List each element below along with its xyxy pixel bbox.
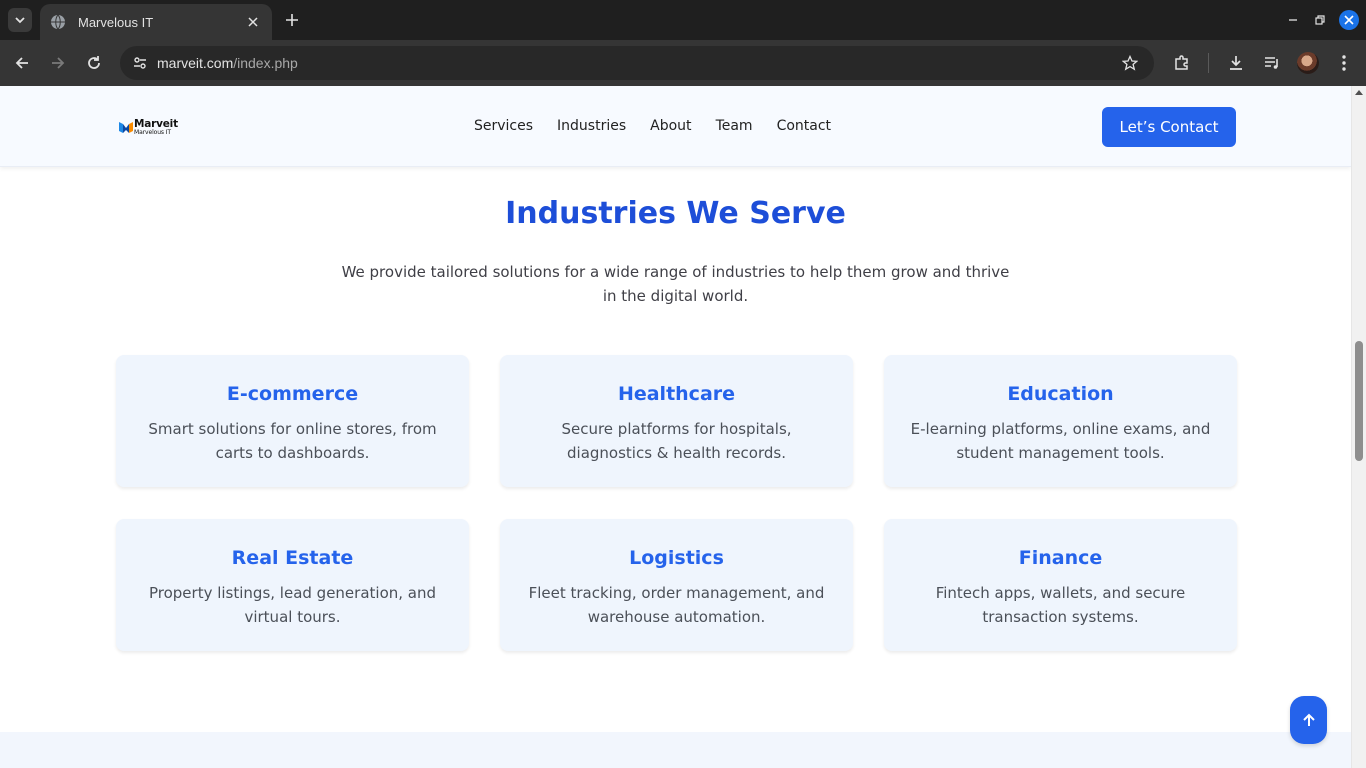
minimize-icon xyxy=(1289,19,1297,21)
nav-link-services[interactable]: Services xyxy=(474,118,533,134)
extensions-button[interactable] xyxy=(1170,51,1194,75)
lets-contact-button[interactable]: Let’s Contact xyxy=(1102,107,1236,147)
restore-icon xyxy=(1315,15,1325,25)
media-controls-button[interactable] xyxy=(1260,51,1284,75)
industry-card-logistics: Logistics Fleet tracking, order manageme… xyxy=(500,519,853,651)
industry-card-desc: Fintech apps, wallets, and secure transa… xyxy=(935,584,1186,626)
reload-button[interactable] xyxy=(82,51,106,75)
media-icon xyxy=(1265,57,1278,69)
browser-menu-button[interactable] xyxy=(1332,51,1356,75)
url-path: /index.php xyxy=(233,55,298,71)
menu-icon xyxy=(1342,55,1346,71)
industry-card-title: E-commerce xyxy=(226,383,359,405)
site-header: Marveit Marvelous IT Services Industries… xyxy=(0,86,1351,167)
site-logo[interactable]: Marveit Marvelous IT xyxy=(119,119,178,136)
browser-tab[interactable]: Marvelous IT xyxy=(40,4,272,40)
new-tab-button[interactable] xyxy=(282,10,302,30)
nav-link-contact[interactable]: Contact xyxy=(777,118,831,134)
reload-icon xyxy=(88,56,100,69)
industry-card-desc: Property listings, lead generation, and … xyxy=(148,584,437,626)
arrow-up-icon xyxy=(1302,713,1315,726)
industry-card-title: Finance xyxy=(1018,547,1103,569)
site-info-button[interactable] xyxy=(128,51,152,75)
industry-card-finance: Finance Fintech apps, wallets, and secur… xyxy=(884,519,1237,651)
section-title: Industries We Serve xyxy=(505,196,846,231)
back-button[interactable] xyxy=(10,51,34,75)
nav-link-team[interactable]: Team xyxy=(716,118,753,134)
chevron-down-icon xyxy=(15,17,25,24)
logo-mark-icon xyxy=(119,122,133,134)
page-scrollbar[interactable] xyxy=(1351,86,1366,768)
industry-card-title: Real Estate xyxy=(231,547,354,569)
site-settings-icon xyxy=(134,57,146,69)
nav-link-industries[interactable]: Industries xyxy=(557,118,626,134)
industry-card-desc: Secure platforms for hospitals, diagnost… xyxy=(561,420,792,462)
industry-card-desc: Smart solutions for online stores, from … xyxy=(148,420,437,462)
tab-search-button[interactable] xyxy=(8,8,32,32)
browser-toolbar: marveit.com/index.php xyxy=(0,40,1366,86)
minimize-button[interactable] xyxy=(1283,10,1303,30)
url-text[interactable]: marveit.com/index.php xyxy=(157,55,298,71)
industry-card-desc: Fleet tracking, order management, and wa… xyxy=(528,584,825,626)
back-icon xyxy=(15,57,28,69)
next-section xyxy=(0,732,1351,768)
back-to-top-button[interactable] xyxy=(1290,696,1327,744)
industry-card-education: Education E-learning platforms, online e… xyxy=(884,355,1237,487)
industry-card-desc: E-learning platforms, online exams, and … xyxy=(910,420,1211,462)
extensions-icon xyxy=(1175,55,1188,70)
logo-name: Marveit xyxy=(134,118,178,130)
close-icon xyxy=(248,17,258,27)
downloads-button[interactable] xyxy=(1224,51,1248,75)
page-viewport: Marveit Marvelous IT Services Industries… xyxy=(0,86,1351,768)
address-bar[interactable]: marveit.com/index.php xyxy=(120,46,1154,80)
scrollbar-thumb[interactable] xyxy=(1355,341,1363,461)
logo-subtitle: Marvelous IT xyxy=(134,128,171,136)
star-icon xyxy=(1122,55,1138,71)
nav-link-about[interactable]: About xyxy=(650,118,691,134)
tab-close-button[interactable] xyxy=(244,13,262,31)
close-window-button[interactable] xyxy=(1339,10,1359,30)
url-domain: marveit.com xyxy=(157,55,234,71)
bookmark-button[interactable] xyxy=(1118,51,1142,75)
industry-card-healthcare: Healthcare Secure platforms for hospital… xyxy=(500,355,853,487)
main-nav: Services Industries About Team Contact xyxy=(474,118,855,134)
globe-icon xyxy=(51,14,65,30)
industry-card-ecommerce: E-commerce Smart solutions for online st… xyxy=(116,355,469,487)
industry-card-title: Logistics xyxy=(629,547,724,569)
profile-avatar[interactable] xyxy=(1297,52,1319,74)
industry-card-title: Healthcare xyxy=(617,383,736,405)
plus-icon xyxy=(286,14,298,26)
download-icon xyxy=(1230,56,1242,70)
industry-card-real-estate: Real Estate Property listings, lead gene… xyxy=(116,519,469,651)
toolbar-separator xyxy=(1208,53,1209,73)
browser-tab-bar: Marvelous IT xyxy=(0,0,1366,40)
industry-card-title: Education xyxy=(1007,383,1114,405)
restore-button[interactable] xyxy=(1310,10,1330,30)
section-subtitle: We provide tailored solutions for a wide… xyxy=(341,263,1010,305)
forward-icon xyxy=(52,57,65,69)
scroll-up-arrow[interactable] xyxy=(1355,90,1363,95)
tab-title: Marvelous IT xyxy=(78,14,154,30)
forward-button[interactable] xyxy=(46,51,70,75)
close-icon xyxy=(1344,15,1354,25)
